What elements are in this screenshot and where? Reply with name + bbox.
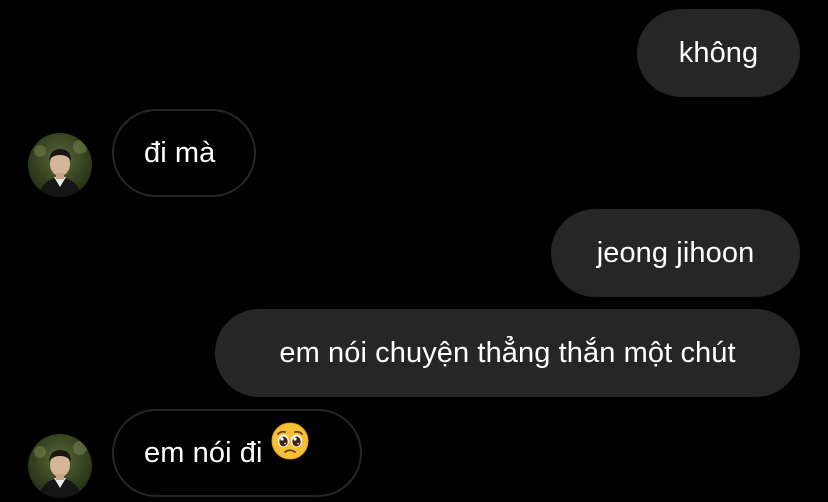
sent-message-bubble[interactable]: jeong jihoon — [551, 209, 800, 297]
avatar-photo-icon — [28, 434, 92, 498]
received-message-bubble[interactable]: em nói đi — [112, 409, 362, 497]
message-text: đi mà — [144, 137, 216, 169]
received-message-bubble[interactable]: đi mà — [112, 109, 256, 197]
avatar-photo-icon — [28, 133, 92, 197]
pleading-face-emoji-icon — [271, 409, 309, 493]
contact-avatar[interactable] — [28, 434, 92, 498]
sent-message-bubble[interactable]: em nói chuyện thẳng thắn một chút — [215, 309, 800, 397]
message-text: em nói đi — [144, 437, 263, 469]
message-text: em nói chuyện thẳng thắn một chút — [279, 337, 736, 369]
sent-message-bubble[interactable]: không — [637, 9, 800, 97]
message-text: jeong jihoon — [596, 237, 755, 269]
message-text: không — [678, 37, 759, 69]
contact-avatar[interactable] — [28, 133, 92, 197]
